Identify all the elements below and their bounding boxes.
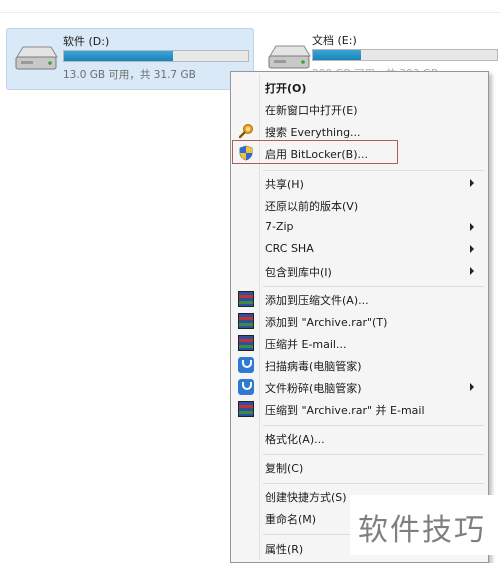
usage-bar-fill: [313, 50, 361, 60]
menu-item-add-to-archive[interactable]: 添加到压缩文件(A)...: [233, 288, 484, 310]
menu-item-label: 打开(O): [265, 82, 307, 95]
usage-bar: [63, 50, 249, 62]
menu-item-label: 复制(C): [265, 462, 304, 475]
menu-item-compress-email[interactable]: 压缩并 E-mail...: [233, 332, 484, 354]
menu-item-crc-sha[interactable]: CRC SHA: [233, 238, 484, 260]
submenu-arrow-icon: [470, 223, 474, 231]
menu-item-label: 还原以前的版本(V): [265, 200, 359, 213]
submenu-arrow-icon: [470, 179, 474, 187]
watermark: 软件技巧: [350, 495, 500, 555]
menu-item-label: 重命名(M): [265, 513, 317, 526]
menu-separator: [263, 170, 484, 171]
menu-item-open[interactable]: 打开(O): [233, 76, 484, 98]
menu-item-label: 扫描病毒(电脑管家): [265, 360, 362, 373]
menu-item-label: 搜索 Everything...: [265, 126, 361, 139]
menu-item-label: 包含到库中(I): [265, 266, 332, 279]
hard-drive-icon: [268, 45, 311, 69]
menu-item-label: 共享(H): [265, 178, 304, 191]
drive-label: 软件 (D:): [63, 35, 110, 48]
submenu-arrow-icon: [470, 267, 474, 275]
menu-item-label: 添加到 "Archive.rar"(T): [265, 316, 388, 329]
hard-drive-icon: [15, 46, 58, 70]
menu-item-restore-versions[interactable]: 还原以前的版本(V): [233, 194, 484, 216]
usage-bar: [312, 49, 498, 61]
menu-item-label: 属性(R): [265, 543, 304, 556]
menu-separator: [263, 454, 484, 455]
menu-item-label: 压缩并 E-mail...: [265, 338, 347, 351]
bitlocker-highlight-box: [232, 140, 398, 164]
menu-item-copy[interactable]: 复制(C): [233, 456, 484, 478]
menu-separator: [263, 286, 484, 287]
menu-item-label: 添加到压缩文件(A)...: [265, 294, 369, 307]
pc-manager-shield-icon: [238, 357, 254, 373]
menu-item-label: CRC SHA: [265, 242, 314, 255]
submenu-arrow-icon: [470, 383, 474, 391]
menu-item-format[interactable]: 格式化(A)...: [233, 427, 484, 449]
winrar-icon: [238, 291, 254, 307]
menu-item-label: 文件粉碎(电脑管家): [265, 382, 362, 395]
menu-item-7zip[interactable]: 7-Zip: [233, 216, 484, 238]
pc-manager-shield-icon: [238, 379, 254, 395]
search-everything-icon: [238, 124, 253, 139]
menu-item-label: 创建快捷方式(S): [265, 491, 347, 504]
menu-item-open-new-window[interactable]: 在新窗口中打开(E): [233, 98, 484, 120]
menu-item-share[interactable]: 共享(H): [233, 172, 484, 194]
menu-item-include-in-library[interactable]: 包含到库中(I): [233, 260, 484, 282]
drive-d[interactable]: 软件 (D:) 13.0 GB 可用，共 31.7 GB: [6, 28, 254, 90]
drive-size-text: 13.0 GB 可用，共 31.7 GB: [63, 69, 196, 81]
menu-separator: [263, 425, 484, 426]
winrar-icon: [238, 401, 254, 417]
menu-item-scan-virus[interactable]: 扫描病毒(电脑管家): [233, 354, 484, 376]
menu-item-compress-to-rar-email[interactable]: 压缩到 "Archive.rar" 并 E-mail: [233, 398, 484, 420]
menu-item-label: 在新窗口中打开(E): [265, 104, 358, 117]
usage-bar-fill: [64, 51, 173, 61]
submenu-arrow-icon: [470, 245, 474, 253]
menu-item-label: 格式化(A)...: [265, 433, 325, 446]
drive-label: 文档 (E:): [312, 34, 357, 47]
menu-item-search-everything[interactable]: 搜索 Everything...: [233, 120, 484, 142]
menu-item-file-shredder[interactable]: 文件粉碎(电脑管家): [233, 376, 484, 398]
winrar-icon: [238, 313, 254, 329]
menu-item-label: 压缩到 "Archive.rar" 并 E-mail: [265, 404, 425, 417]
watermark-text: 软件技巧: [358, 513, 486, 548]
window-top-edge: [0, 0, 500, 13]
menu-item-add-to-archive-rar[interactable]: 添加到 "Archive.rar"(T): [233, 310, 484, 332]
menu-item-label: 7-Zip: [265, 220, 294, 233]
menu-separator: [263, 483, 484, 484]
winrar-icon: [238, 335, 254, 351]
